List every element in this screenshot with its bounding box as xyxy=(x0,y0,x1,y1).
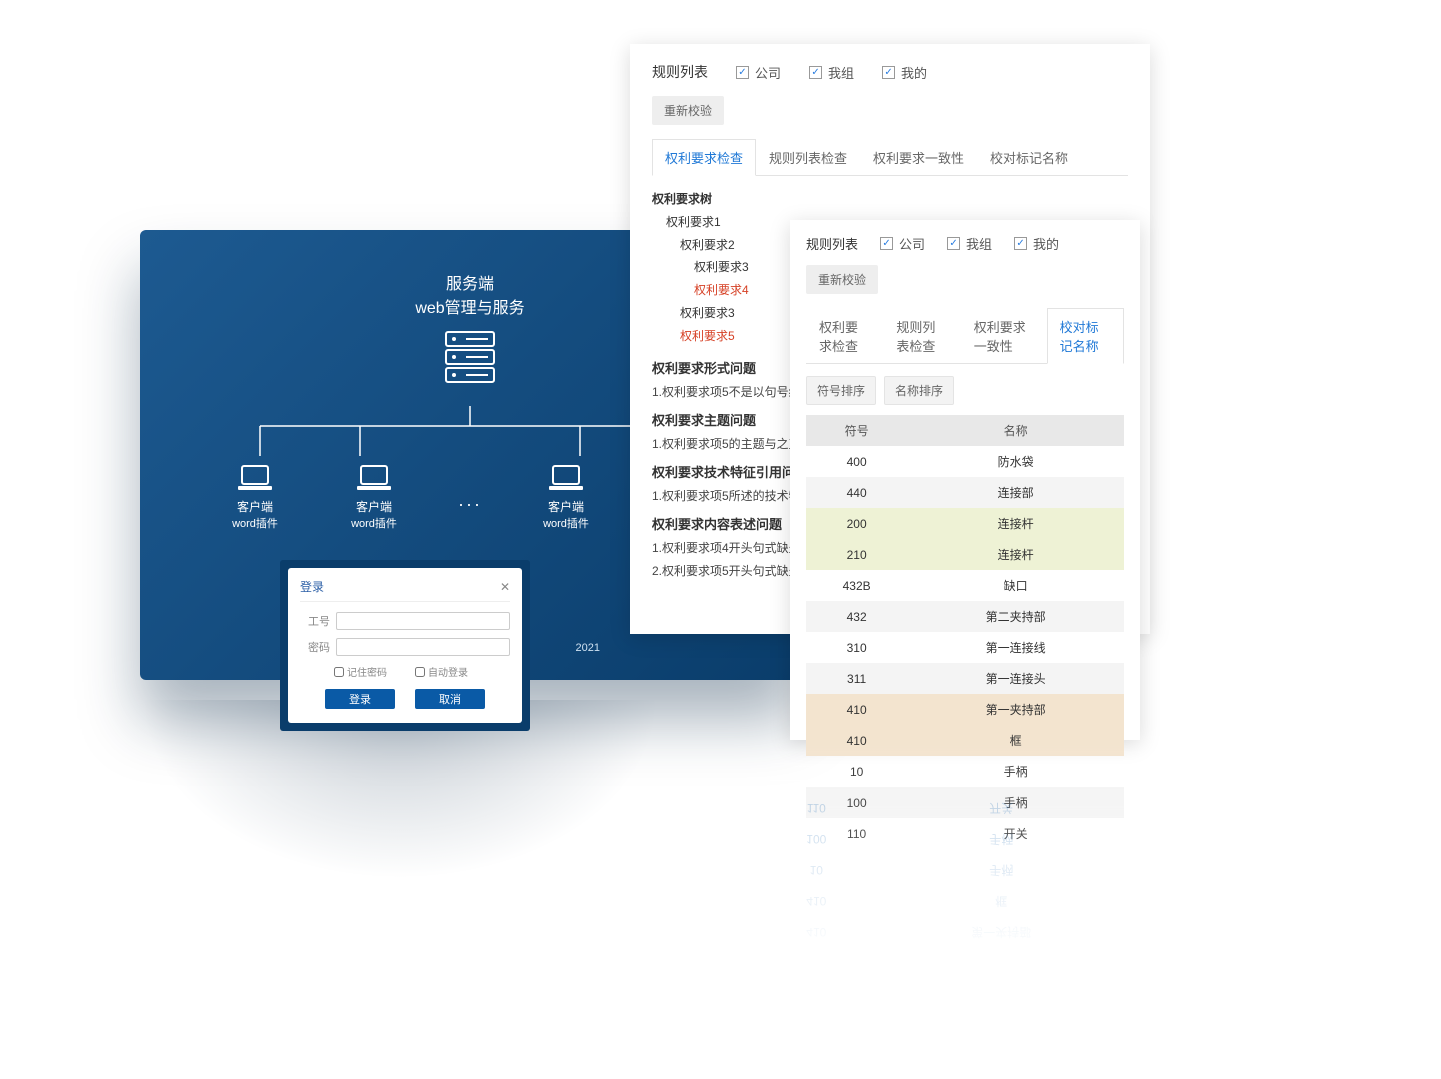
sort-by-name-button[interactable]: 名称排序 xyxy=(884,376,954,405)
tab-claim-check[interactable]: 权利要求检查 xyxy=(652,139,756,176)
table-row[interactable]: 432第二夹持部 xyxy=(806,601,1124,632)
laptop-icon xyxy=(355,464,393,494)
cell-symbol: 100 xyxy=(806,787,907,818)
cell-name: 第一连接线 xyxy=(907,632,1124,663)
close-icon[interactable]: ✕ xyxy=(500,580,510,594)
names-table: 符号 名称 400防水袋440连接部200连接杆210连接杆432B缺口432第… xyxy=(806,415,1124,849)
user-input[interactable] xyxy=(336,612,510,630)
remember-pass-checkbox[interactable]: 记住密码 xyxy=(334,664,387,679)
table-row[interactable]: 400防水袋 xyxy=(806,446,1124,477)
client-1: 客户端 word插件 xyxy=(220,464,290,531)
tab-rule-list-check-2[interactable]: 规则列表检查 xyxy=(883,308,960,363)
filter-company-checkbox-2[interactable]: ✓公司 xyxy=(880,234,925,253)
table-row[interactable]: 100手柄 xyxy=(806,787,1124,818)
cell-name: 连接部 xyxy=(907,477,1124,508)
table-row[interactable]: 10手柄 xyxy=(806,756,1124,787)
cell-name: 连接杆 xyxy=(907,539,1124,570)
cell-name: 框 xyxy=(907,725,1124,756)
tab-rule-list-check[interactable]: 规则列表检查 xyxy=(756,139,860,175)
laptop-icon xyxy=(547,464,585,494)
cell-name: 连接杆 xyxy=(907,508,1124,539)
cell-symbol: 440 xyxy=(806,477,907,508)
tab-mark-names[interactable]: 校对标记名称 xyxy=(977,139,1081,175)
client-3: 客户端 word插件 xyxy=(531,464,601,531)
panel1-title: 规则列表 xyxy=(652,62,708,82)
table-row[interactable]: 311第一连接头 xyxy=(806,663,1124,694)
panel2-tabs: 权利要求检查 规则列表检查 权利要求一致性 校对标记名称 xyxy=(806,308,1124,364)
cell-symbol: 10 xyxy=(806,756,907,787)
table-row[interactable]: 200连接杆 xyxy=(806,508,1124,539)
sort-by-symbol-button[interactable]: 符号排序 xyxy=(806,376,876,405)
filter-company-checkbox[interactable]: ✓公司 xyxy=(736,63,781,82)
rules-panel-names: 规则列表 ✓公司 ✓我组 ✓我的 重新校验 权利要求检查 规则列表检查 权利要求… xyxy=(790,220,1140,740)
table-row[interactable]: 310第一连接线 xyxy=(806,632,1124,663)
laptop-icon xyxy=(236,464,274,494)
cell-symbol: 200 xyxy=(806,508,907,539)
client-label-1: 客户端 xyxy=(220,498,290,515)
tab-claim-check-2[interactable]: 权利要求检查 xyxy=(806,308,883,363)
revalidate-button-2[interactable]: 重新校验 xyxy=(806,265,878,294)
filter-group-checkbox-2[interactable]: ✓我组 xyxy=(947,234,992,253)
filter-group-checkbox[interactable]: ✓我组 xyxy=(809,63,854,82)
cell-symbol: 410 xyxy=(806,725,907,756)
tree-root: 权利要求树 xyxy=(652,188,1128,211)
cell-symbol: 310 xyxy=(806,632,907,663)
table-row[interactable]: 410第一夹持部 xyxy=(806,694,1124,725)
cell-symbol: 210 xyxy=(806,539,907,570)
cell-name: 第二夹持部 xyxy=(907,601,1124,632)
th-symbol: 符号 xyxy=(806,415,907,446)
client-sublabel-2: word插件 xyxy=(339,515,409,531)
tab-mark-names-2[interactable]: 校对标记名称 xyxy=(1047,308,1124,364)
ellipsis-icon: ··· xyxy=(458,494,482,515)
client-label-3: 客户端 xyxy=(531,498,601,515)
cell-name: 手柄 xyxy=(907,787,1124,818)
client-label-2: 客户端 xyxy=(339,498,409,515)
table-row[interactable]: 410框 xyxy=(806,725,1124,756)
login-title: 登录 xyxy=(300,578,324,595)
table-row[interactable]: 432B缺口 xyxy=(806,570,1124,601)
client-sublabel-3: word插件 xyxy=(531,515,601,531)
user-label: 工号 xyxy=(300,613,330,629)
panel2-title: 规则列表 xyxy=(806,234,858,253)
revalidate-button[interactable]: 重新校验 xyxy=(652,96,724,125)
tab-consistency[interactable]: 权利要求一致性 xyxy=(860,139,977,175)
client-2: 客户端 word插件 xyxy=(339,464,409,531)
pass-label: 密码 xyxy=(300,639,330,655)
tab-consistency-2[interactable]: 权利要求一致性 xyxy=(961,308,1047,363)
cell-name: 缺口 xyxy=(907,570,1124,601)
auto-login-checkbox[interactable]: 自动登录 xyxy=(415,664,468,679)
cell-name: 开关 xyxy=(907,818,1124,849)
cell-name: 第一连接头 xyxy=(907,663,1124,694)
table-row[interactable]: 210连接杆 xyxy=(806,539,1124,570)
login-button[interactable]: 登录 xyxy=(325,689,395,709)
client-sublabel-1: word插件 xyxy=(220,515,290,531)
cell-symbol: 410 xyxy=(806,694,907,725)
table-row[interactable]: 110开关 xyxy=(806,818,1124,849)
table-row[interactable]: 440连接部 xyxy=(806,477,1124,508)
cancel-button[interactable]: 取消 xyxy=(415,689,485,709)
copyright-text: 2021 xyxy=(576,642,600,654)
cell-symbol: 311 xyxy=(806,663,907,694)
cell-symbol: 432 xyxy=(806,601,907,632)
cell-symbol: 432B xyxy=(806,570,907,601)
cell-symbol: 400 xyxy=(806,446,907,477)
cell-name: 手柄 xyxy=(907,756,1124,787)
cell-symbol: 110 xyxy=(806,818,907,849)
login-dialog: 登录 ✕ 工号 密码 记住密码 自动登录 登录 取消 xyxy=(280,560,530,731)
panel1-tabs: 权利要求检查 规则列表检查 权利要求一致性 校对标记名称 xyxy=(652,139,1128,176)
filter-mine-checkbox-2[interactable]: ✓我的 xyxy=(1014,234,1059,253)
cell-name: 第一夹持部 xyxy=(907,694,1124,725)
pass-input[interactable] xyxy=(336,638,510,656)
server-icon xyxy=(440,328,500,388)
cell-name: 防水袋 xyxy=(907,446,1124,477)
th-name: 名称 xyxy=(907,415,1124,446)
filter-mine-checkbox[interactable]: ✓我的 xyxy=(882,63,927,82)
